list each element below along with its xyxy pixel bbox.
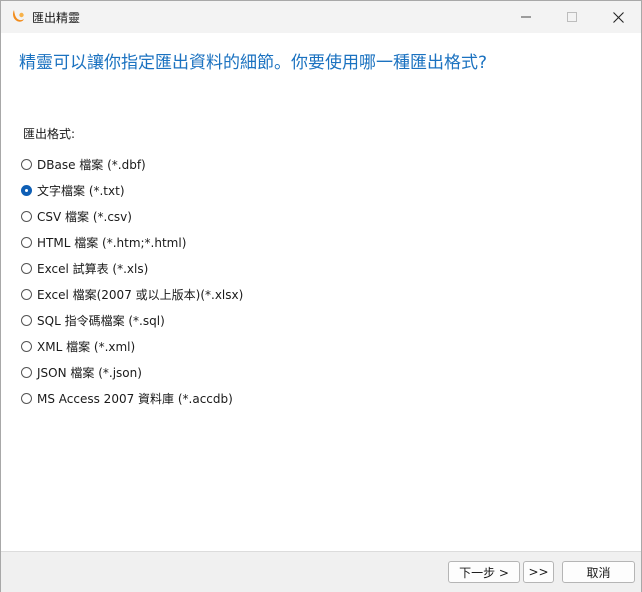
export-format-option-label: Excel 檔案(2007 或以上版本)(*.xlsx) [37, 287, 244, 302]
export-format-option-label: HTML 檔案 (*.htm;*.html) [37, 235, 187, 250]
minimize-icon [521, 16, 531, 18]
wizard-footer: 下一步 > >> 取消 [1, 551, 641, 592]
export-format-label: 匯出格式: [23, 127, 76, 141]
navicat-app-icon [13, 10, 24, 22]
wizard-heading: 精靈可以讓你指定匯出資料的細節。你要使用哪一種匯出格式? [19, 53, 488, 73]
close-icon [612, 11, 624, 23]
export-format-option[interactable]: CSV 檔案 (*.csv) [21, 203, 243, 229]
export-format-option-label: 文字檔案 (*.txt) [37, 183, 125, 198]
radio-button-icon[interactable] [21, 184, 32, 196]
cancel-button[interactable]: 取消 [562, 561, 635, 583]
export-format-option-label: SQL 指令碼檔案 (*.sql) [37, 313, 165, 328]
radio-button-icon[interactable] [21, 288, 32, 300]
export-format-option[interactable]: MS Access 2007 資料庫 (*.accdb) [21, 385, 243, 411]
export-format-option-label: MS Access 2007 資料庫 (*.accdb) [37, 391, 233, 406]
radio-button-icon[interactable] [21, 262, 32, 274]
window-title: 匯出精靈 [32, 11, 81, 25]
export-format-options: DBase 檔案 (*.dbf) 文字檔案 (*.txt) CSV 檔案 (*.cs… [21, 151, 243, 411]
export-format-option[interactable]: Excel 檔案(2007 或以上版本)(*.xlsx) [21, 281, 243, 307]
radio-button-icon[interactable] [21, 236, 32, 248]
maximize-icon [567, 12, 577, 22]
export-format-option[interactable]: XML 檔案 (*.xml) [21, 333, 243, 359]
finish-button[interactable]: >> [523, 561, 554, 583]
radio-button-icon[interactable] [21, 210, 32, 222]
radio-button-icon[interactable] [21, 392, 32, 404]
radio-button-icon[interactable] [21, 314, 32, 326]
export-format-option-label: CSV 檔案 (*.csv) [37, 209, 132, 224]
export-format-option-label: XML 檔案 (*.xml) [37, 339, 136, 354]
export-format-option-label: JSON 檔案 (*.json) [37, 365, 142, 380]
export-format-option-label: Excel 試算表 (*.xls) [37, 261, 149, 276]
title-bar[interactable]: 匯出精靈 [1, 1, 641, 33]
export-format-option[interactable]: SQL 指令碼檔案 (*.sql) [21, 307, 243, 333]
export-format-option-label: DBase 檔案 (*.dbf) [37, 157, 146, 172]
export-wizard-window: 匯出精靈 精靈可以讓你指定匯出資料的細節。你要使用哪一種匯出格式? 匯出格式: … [0, 0, 642, 592]
radio-button-icon[interactable] [21, 340, 32, 352]
radio-button-icon[interactable] [21, 158, 32, 170]
export-format-option[interactable]: HTML 檔案 (*.htm;*.html) [21, 229, 243, 255]
maximize-button[interactable] [549, 1, 595, 33]
export-format-option[interactable]: Excel 試算表 (*.xls) [21, 255, 243, 281]
export-format-option[interactable]: DBase 檔案 (*.dbf) [21, 151, 243, 177]
minimize-button[interactable] [503, 1, 549, 33]
export-format-option[interactable]: JSON 檔案 (*.json) [21, 359, 243, 385]
radio-button-icon[interactable] [21, 366, 32, 378]
next-button[interactable]: 下一步 > [448, 561, 520, 583]
close-button[interactable] [595, 1, 641, 33]
export-format-option[interactable]: 文字檔案 (*.txt) [21, 177, 243, 203]
